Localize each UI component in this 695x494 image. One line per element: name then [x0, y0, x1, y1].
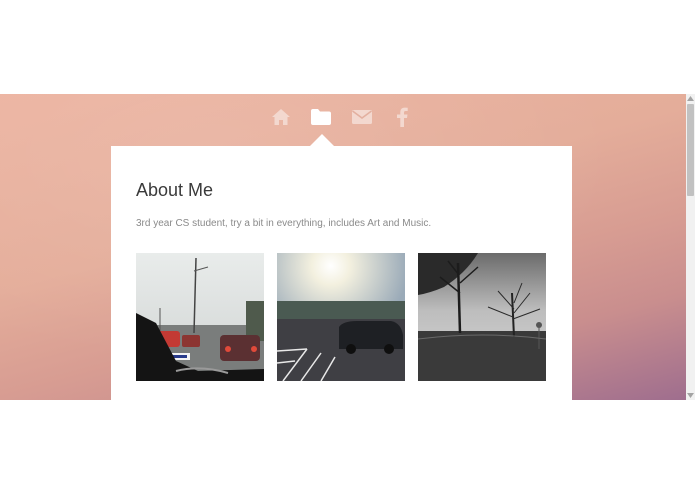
home-icon[interactable] — [266, 102, 296, 132]
vertical-scrollbar[interactable] — [686, 94, 695, 400]
photo-rainy-traffic[interactable] — [136, 253, 264, 381]
scroll-down-arrow-icon[interactable] — [686, 391, 695, 400]
photo-bw-trees[interactable] — [418, 253, 546, 381]
scrollbar-thumb[interactable] — [687, 104, 694, 196]
about-title: About Me — [136, 180, 214, 200]
about-description: 3rd year CS student, try a bit in everyt… — [136, 218, 432, 229]
scroll-up-arrow-icon[interactable] — [686, 94, 695, 103]
top-nav — [0, 102, 686, 132]
page-viewport: About Me 3rd year CS student, try a bit … — [0, 94, 695, 400]
panel-pointer — [310, 134, 334, 146]
envelope-icon[interactable] — [347, 102, 377, 132]
about-panel: About Me 3rd year CS student, try a bit … — [111, 146, 572, 400]
photo-sunny-parking[interactable] — [277, 253, 405, 381]
facebook-icon[interactable] — [387, 102, 417, 132]
folder-icon[interactable] — [306, 102, 336, 132]
